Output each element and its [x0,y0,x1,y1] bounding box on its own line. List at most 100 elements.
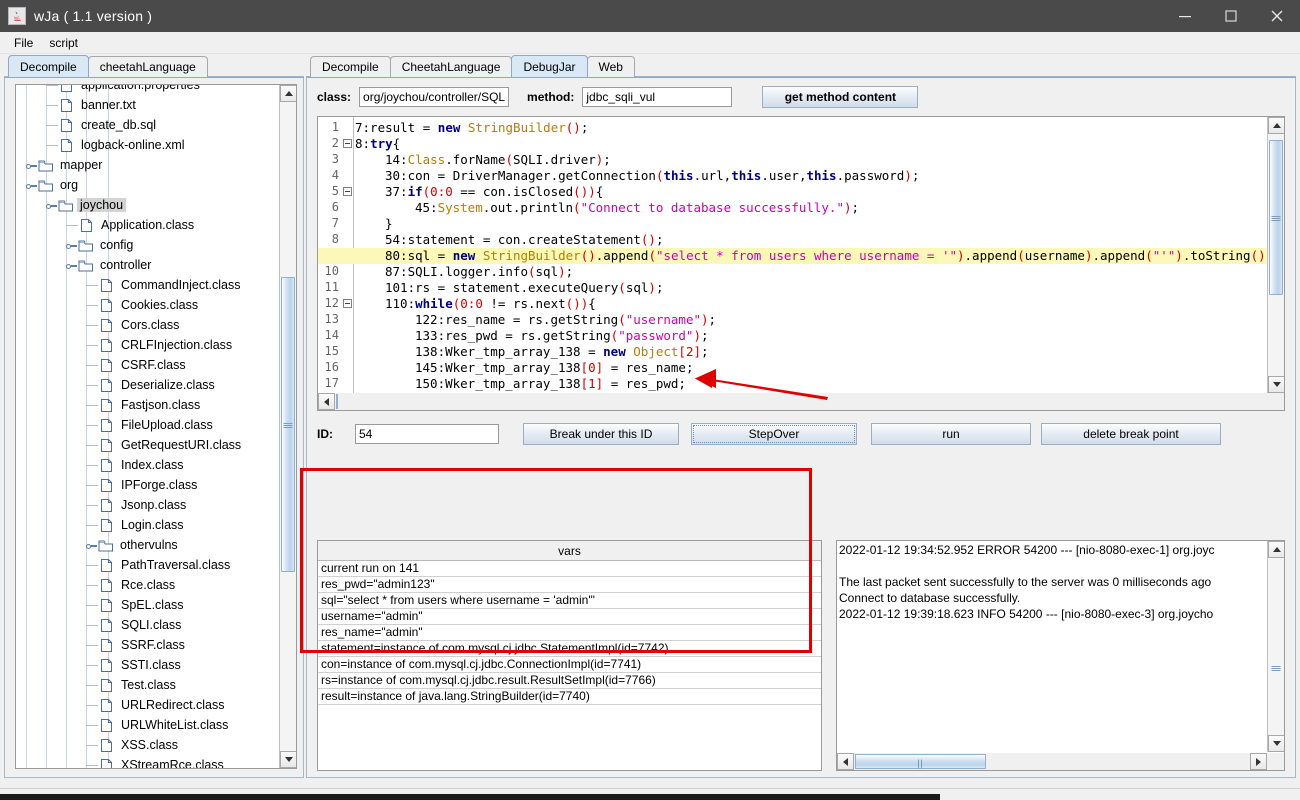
tree-node[interactable]: mapper [16,155,279,175]
scroll-down-arrow[interactable] [1268,735,1285,752]
code-fold-icon[interactable] [343,139,352,148]
scroll-down-arrow[interactable] [280,751,297,768]
menu-item-file[interactable]: File [6,34,41,52]
tree-expander-icon[interactable] [26,180,37,191]
tree-viewport: application.propertiesbanner.txtcreate_d… [16,85,279,768]
tab-decompile-right[interactable]: Decompile [310,56,391,77]
tree-node[interactable]: IPForge.class [16,475,279,495]
tree-node[interactable]: Fastjson.class [16,395,279,415]
vars-row[interactable]: statement=instance of com.mysql.cj.jdbc.… [318,641,821,657]
tree-branch-line [86,485,98,486]
tree-node[interactable]: Index.class [16,455,279,475]
editor-scroll-thumb[interactable] [1269,140,1283,295]
editor-horizontal-scrollbar[interactable] [318,393,1284,410]
minimize-icon[interactable] [1162,0,1208,32]
scroll-left-arrow[interactable] [837,753,854,770]
menu-item-script[interactable]: script [41,34,86,52]
log-hscroll-thumb[interactable] [855,754,986,769]
editor-hscroll-thumb[interactable] [336,394,338,409]
tree-node[interactable]: XSS.class [16,735,279,755]
log-panel[interactable]: 2022-01-12 19:34:52.952 ERROR 54200 --- … [836,540,1285,771]
vars-table[interactable]: vars current run on 141res_pwd="admin123… [317,540,822,771]
break-under-id-button[interactable]: Break under this ID [523,423,679,445]
tree-expander-icon[interactable] [86,540,97,551]
vars-row[interactable]: result=instance of java.lang.StringBuild… [318,689,821,705]
tree-node[interactable]: Jsonp.class [16,495,279,515]
left-panel-body: application.propertiesbanner.txtcreate_d… [4,77,304,778]
log-horizontal-scrollbar[interactable] [837,753,1284,770]
tree-node[interactable]: PathTraversal.class [16,555,279,575]
method-input[interactable] [582,87,732,107]
tree-node[interactable]: Test.class [16,675,279,695]
vars-row[interactable]: current run on 141 [318,561,821,577]
tree-node[interactable]: controller [16,255,279,275]
tree-node[interactable]: XStreamRce.class [16,755,279,768]
editor-vertical-scrollbar[interactable] [1267,117,1284,393]
run-button[interactable]: run [871,423,1031,445]
tree-node[interactable]: CommandInject.class [16,275,279,295]
project-tree[interactable]: application.propertiesbanner.txtcreate_d… [15,84,297,769]
vars-row[interactable]: con=instance of com.mysql.cj.jdbc.Connec… [318,657,821,673]
tree-node[interactable]: logback-online.xml [16,135,279,155]
scroll-up-arrow[interactable] [1268,117,1285,134]
tree-node[interactable]: CRLFInjection.class [16,335,279,355]
tab-web[interactable]: Web [587,56,635,77]
tab-cheetahlanguage-right[interactable]: CheetahLanguage [390,56,513,77]
tree-expander-icon[interactable] [66,260,77,271]
tree-scroll-thumb[interactable] [281,277,295,572]
code-fold-icon[interactable] [343,299,352,308]
tree-node[interactable]: Deserialize.class [16,375,279,395]
tree-node[interactable]: org [16,175,279,195]
tree-node[interactable]: Cors.class [16,315,279,335]
tree-vertical-scrollbar[interactable] [279,85,296,768]
tree-node[interactable]: URLRedirect.class [16,695,279,715]
tab-debugjar[interactable]: DebugJar [511,55,587,77]
maximize-icon[interactable] [1208,0,1254,32]
vars-row[interactable]: rs=instance of com.mysql.cj.jdbc.result.… [318,673,821,689]
tree-node[interactable]: Rce.class [16,575,279,595]
tree-node[interactable]: CSRF.class [16,355,279,375]
code-editor[interactable]: 12345678910111213141516171819 7:result =… [317,116,1285,411]
tree-node[interactable]: joychou [16,195,279,215]
log-line: The last packet sent successfully to the… [839,574,1265,590]
tree-expander-icon[interactable] [26,160,37,171]
code-fold-icon[interactable] [343,187,352,196]
tree-node[interactable]: Application.class [16,215,279,235]
tree-node[interactable]: SQLI.class [16,615,279,635]
tree-node[interactable]: URLWhiteList.class [16,715,279,735]
tree-node[interactable]: config [16,235,279,255]
vars-row[interactable]: res_pwd="admin123" [318,577,821,593]
tree-node[interactable]: SSRF.class [16,635,279,655]
tree-expander-icon[interactable] [46,200,57,211]
class-input[interactable] [359,87,509,107]
delete-break-point-button[interactable]: delete break point [1041,423,1221,445]
tab-decompile-left[interactable]: Decompile [8,55,89,77]
scroll-up-arrow[interactable] [280,85,297,102]
tree-node[interactable]: create_db.sql [16,115,279,135]
vars-row[interactable]: username="admin" [318,609,821,625]
tab-cheetahlanguage-left[interactable]: cheetahLanguage [88,56,208,77]
scroll-up-arrow[interactable] [1268,541,1285,558]
vars-row[interactable]: res_name="admin" [318,625,821,641]
code-text[interactable]: 7:result = new StringBuilder();8:try{14:… [355,117,1267,393]
scroll-down-arrow[interactable] [1268,376,1285,393]
tree-expander-icon[interactable] [66,240,77,251]
scroll-left-arrow[interactable] [318,393,335,410]
tree-node[interactable]: GetRequestURI.class [16,435,279,455]
scroll-right-arrow[interactable] [1250,753,1267,770]
close-icon[interactable] [1254,0,1300,32]
tree-node[interactable]: banner.txt [16,95,279,115]
vars-row[interactable]: sql="select * from users where username … [318,593,821,609]
tree-node[interactable]: othervulns [16,535,279,555]
break-id-input[interactable] [355,424,499,444]
tree-node[interactable]: Login.class [16,515,279,535]
tree-node[interactable]: FileUpload.class [16,415,279,435]
stepover-button[interactable]: StepOver [691,423,857,445]
log-vertical-scrollbar[interactable] [1267,541,1284,752]
tree-node[interactable]: SpEL.class [16,595,279,615]
tree-node[interactable]: application.properties [16,85,279,95]
tree-node[interactable]: Cookies.class [16,295,279,315]
right-tabstrip: Decompile CheetahLanguage DebugJar Web [306,54,1296,77]
tree-node[interactable]: SSTI.class [16,655,279,675]
get-method-content-button[interactable]: get method content [762,86,918,108]
